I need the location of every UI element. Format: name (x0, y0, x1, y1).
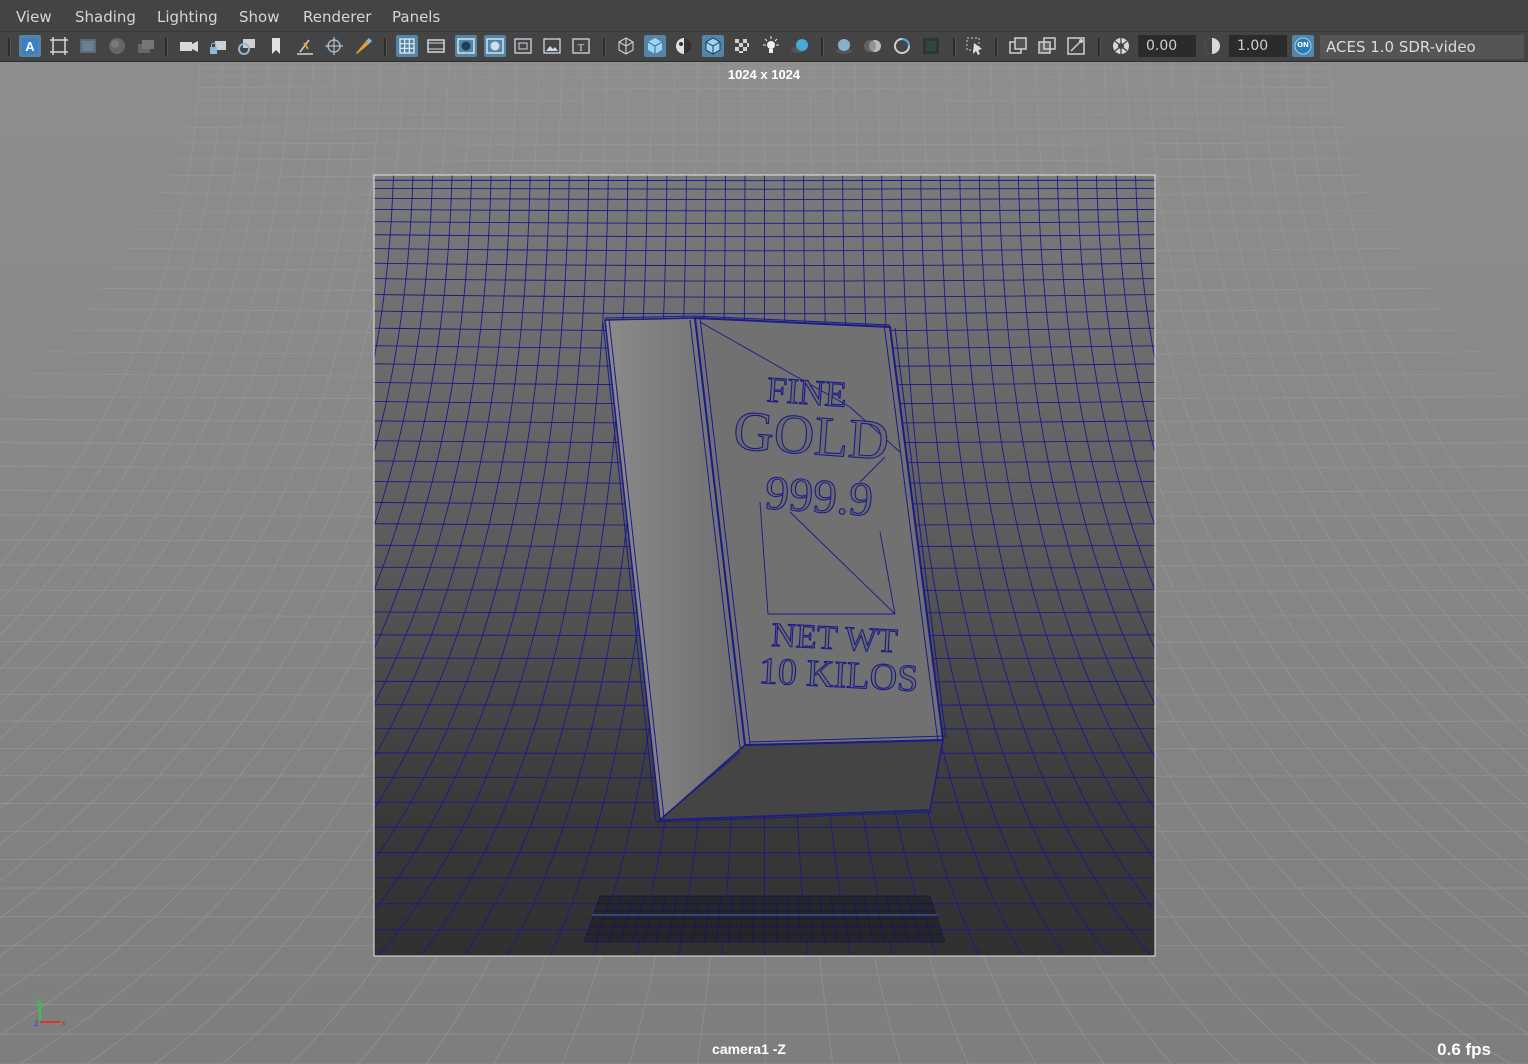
default-material-icon[interactable] (673, 35, 695, 57)
toolbar-separator (953, 38, 956, 56)
safe-action-icon[interactable] (541, 35, 563, 57)
gamma-field[interactable]: 1.00 (1229, 35, 1287, 57)
menu-lighting[interactable]: Lighting (157, 8, 218, 26)
camera-attributes-icon[interactable] (236, 35, 258, 57)
field-chart-icon[interactable] (512, 35, 534, 57)
menu-panels[interactable]: Panels (392, 8, 440, 26)
toolbar-separator (995, 38, 998, 56)
camera-icon[interactable] (178, 35, 200, 57)
textured-icon[interactable] (731, 35, 753, 57)
ghost-sphere-icon[interactable] (106, 35, 128, 57)
3d-viewport[interactable]: FINE GOLD 999.9 NET WT 10 KILOS y z x 10… (0, 62, 1528, 1064)
bookmark-icon[interactable] (265, 35, 287, 57)
gate-mask-icon[interactable] (484, 35, 506, 57)
grease-pencil-icon[interactable] (294, 35, 316, 57)
frame-all-icon[interactable] (48, 35, 70, 57)
engraving-gold: GOLD (732, 400, 891, 473)
svg-text:T: T (578, 42, 585, 54)
xray-icon[interactable] (1007, 35, 1029, 57)
color-management-icon[interactable]: ON (1292, 35, 1314, 57)
toolbar-separator (1098, 38, 1101, 56)
engraving-kilos: 10 KILOS (758, 650, 919, 700)
paint-brush-icon[interactable] (352, 35, 374, 57)
depth-of-field-icon[interactable] (920, 35, 942, 57)
toolbar-separator (821, 38, 824, 56)
menu-show[interactable]: Show (239, 8, 279, 26)
motion-blur-icon[interactable] (862, 35, 884, 57)
gold-bar-mesh: FINE GOLD 999.9 NET WT 10 KILOS (602, 315, 947, 823)
xray-components-icon[interactable] (1065, 35, 1087, 57)
viewport-canvas: FINE GOLD 999.9 NET WT 10 KILOS y z x (0, 62, 1528, 1064)
axis-label-y: y (36, 996, 41, 1007)
menu-renderer[interactable]: Renderer (303, 8, 371, 26)
color-space-dropdown[interactable]: ACES 1.0 SDR-video (sRGB) (1320, 35, 1524, 80)
image-plane-icon[interactable] (77, 35, 99, 57)
toolbar-separator (603, 38, 606, 56)
resolution-label: 1024 x 1024 (727, 67, 801, 82)
multisample-aa-icon[interactable] (891, 35, 913, 57)
color-management-badge: ON (1297, 41, 1309, 49)
toolbar-separator (8, 38, 11, 56)
layers-icon[interactable] (135, 35, 157, 57)
2d-pan-zoom-icon[interactable] (323, 35, 345, 57)
grid-icon[interactable] (396, 35, 418, 57)
lighting-icon[interactable] (760, 35, 782, 57)
camera-name-label: camera1 -Z (712, 1041, 786, 1057)
select-camera-icon[interactable]: A (19, 35, 41, 57)
floor-plane (583, 895, 946, 943)
axis-label-x: x (61, 1018, 66, 1029)
menu-view[interactable]: View (16, 8, 52, 26)
film-gate-icon[interactable] (425, 35, 447, 57)
wireframe-icon[interactable] (615, 35, 637, 57)
fps-counter: 0.6 fps (1437, 1040, 1491, 1059)
exposure-icon[interactable] (1110, 35, 1132, 57)
gamma-icon[interactable] (1201, 35, 1223, 57)
lock-camera-icon[interactable] (207, 35, 229, 57)
engraving-purity: 999.9 (763, 466, 874, 526)
menu-shading[interactable]: Shading (75, 8, 136, 26)
shadows-icon[interactable] (789, 35, 811, 57)
xray-joints-icon[interactable] (1036, 35, 1058, 57)
isolate-select-icon[interactable] (964, 35, 986, 57)
safe-title-icon[interactable]: T (570, 35, 592, 57)
smooth-shade-icon[interactable] (644, 35, 666, 57)
resolution-gate-icon[interactable] (455, 35, 477, 57)
screen-space-ao-icon[interactable] (833, 35, 855, 57)
exposure-field[interactable]: 0.00 (1138, 35, 1196, 57)
panel-menubar: View Shading Lighting Show Renderer Pane… (0, 0, 1528, 32)
toolbar-separator (165, 38, 168, 56)
wireframe-on-shaded-icon[interactable] (702, 35, 724, 57)
panel-toolbar: A T 0.00 1.00 ON ACES 1.0 SDR-video (0, 32, 1528, 80)
toolbar-separator (384, 38, 387, 56)
svg-text:A: A (25, 39, 35, 54)
axis-label-z: z (34, 1018, 39, 1029)
